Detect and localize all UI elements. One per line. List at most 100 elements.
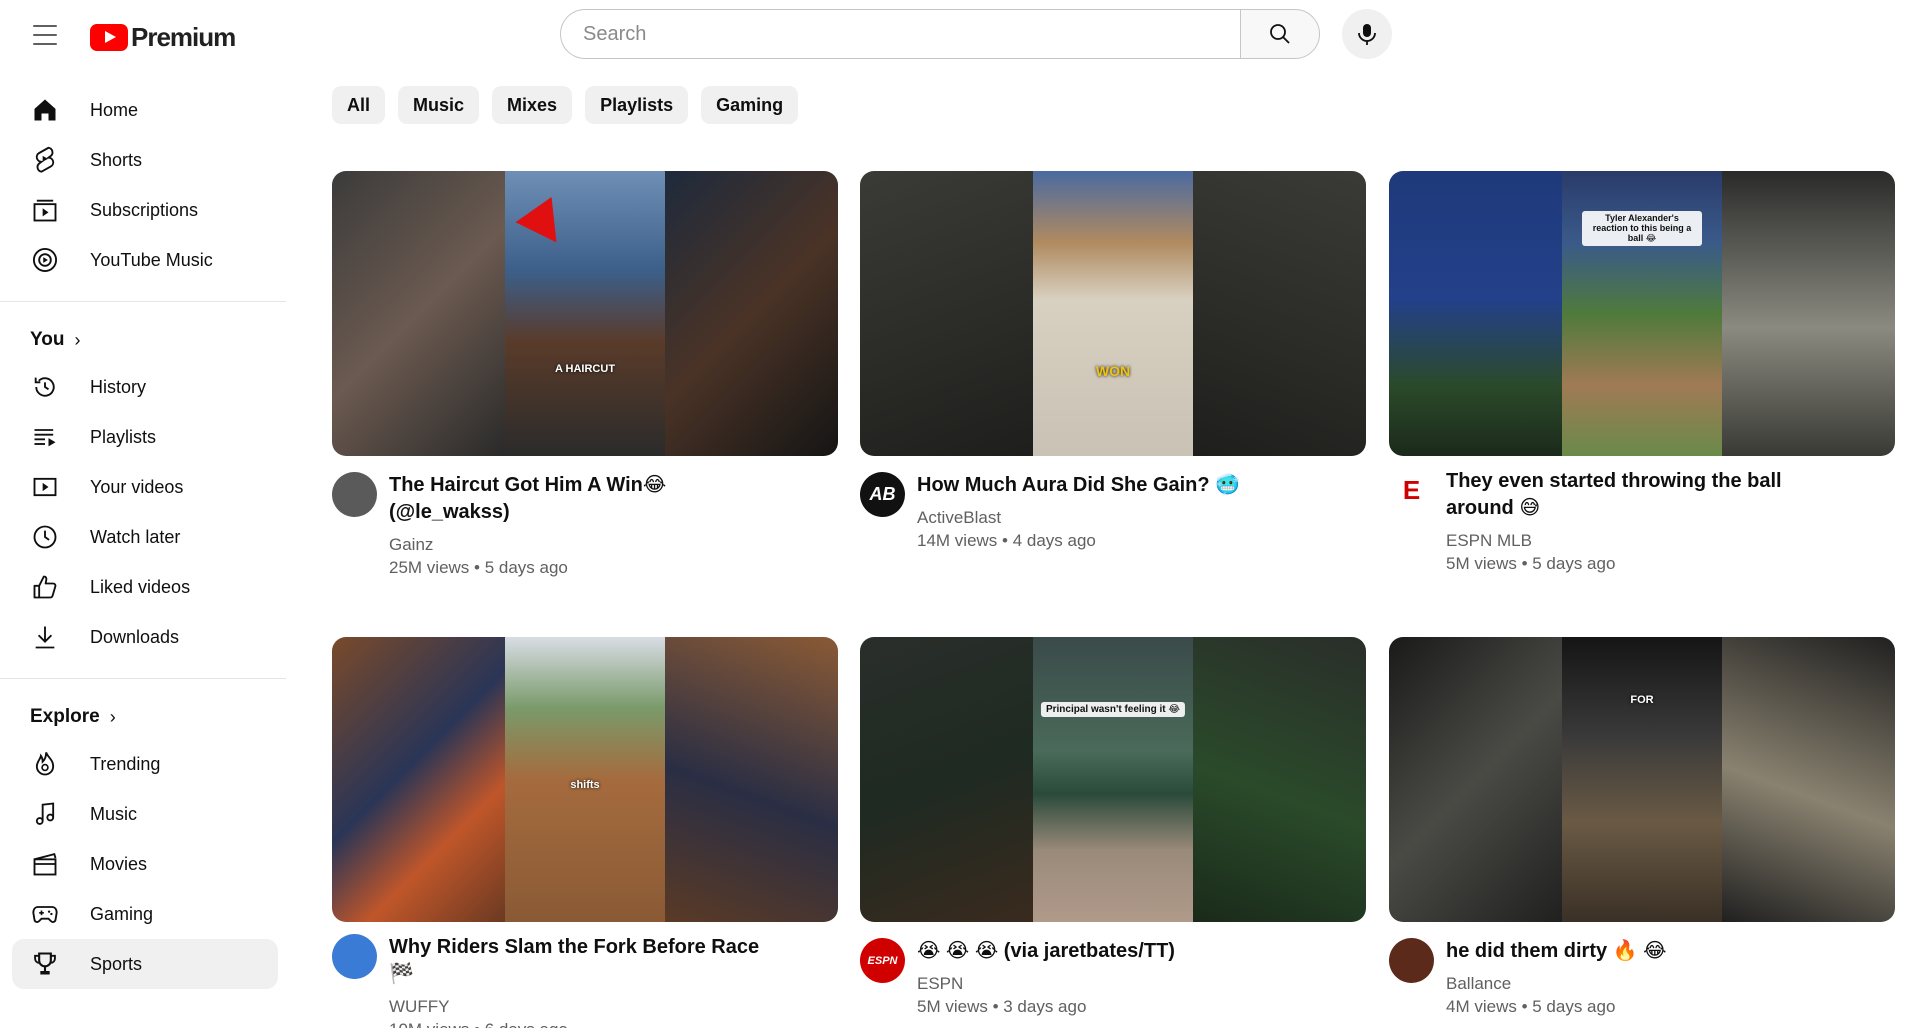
shorts-icon xyxy=(30,145,60,175)
sidebar-item-watch-later[interactable]: Watch later xyxy=(12,512,278,562)
sidebar-item-home[interactable]: Home xyxy=(12,85,278,135)
avatar-text: ESPN xyxy=(867,954,898,967)
video-card[interactable]: A HAIRCUT The Haircut Got Him A Win😂 (@l… xyxy=(332,171,838,580)
video-title[interactable]: How Much Aura Did She Gain? 🥶 xyxy=(917,472,1297,499)
sidebar-item-label: Liked videos xyxy=(90,576,191,597)
video-stats: 25M views • 5 days ago xyxy=(389,558,568,577)
sidebar-section-you[interactable]: You › xyxy=(0,318,290,362)
video-thumbnail[interactable]: A HAIRCUT xyxy=(332,171,838,456)
sidebar-item-label: Downloads xyxy=(90,626,180,647)
video-stats: 5M views • 5 days ago xyxy=(1446,554,1616,573)
channel-avatar[interactable] xyxy=(332,472,377,517)
search-icon xyxy=(1270,24,1290,44)
sidebar-item-sports[interactable]: Sports xyxy=(12,939,278,989)
sports-icon xyxy=(30,949,60,979)
movies-icon xyxy=(30,849,60,879)
sidebar-item-youtube-music[interactable]: YouTube Music xyxy=(12,235,278,285)
sidebar-item-label: Watch later xyxy=(90,526,181,547)
thumbnail-caption: shifts xyxy=(570,779,600,791)
sidebar-item-label: Subscriptions xyxy=(90,199,199,220)
thumbnail-caption: Tyler Alexander's reaction to this being… xyxy=(1582,211,1702,246)
channel-name[interactable]: WUFFY xyxy=(389,996,769,1018)
sidebar: Home Shorts Subscriptions YouTube Music … xyxy=(0,85,290,989)
channel-avatar[interactable] xyxy=(332,934,377,979)
top-bar: Premium xyxy=(0,0,1920,70)
thumbnail-caption: WON xyxy=(1095,363,1131,379)
menu-icon[interactable] xyxy=(30,22,60,48)
youtube-premium-logo[interactable]: Premium xyxy=(90,22,236,53)
channel-avatar[interactable]: ESPN xyxy=(860,938,905,983)
video-thumbnail[interactable]: shifts xyxy=(332,637,838,922)
chip-mixes[interactable]: Mixes xyxy=(492,86,573,124)
video-thumbnail[interactable]: Tyler Alexander's reaction to this being… xyxy=(1389,171,1895,456)
channel-name[interactable]: Ballance xyxy=(1446,973,1826,995)
video-title[interactable]: he did them dirty 🔥 😂 xyxy=(1446,938,1826,965)
channel-name[interactable]: ActiveBlast xyxy=(917,507,1297,529)
playlists-icon xyxy=(30,422,60,452)
sidebar-item-subscriptions[interactable]: Subscriptions xyxy=(12,185,278,235)
filter-chips: All Music Mixes Playlists Gaming xyxy=(332,86,799,124)
sidebar-item-gaming[interactable]: Gaming xyxy=(12,889,278,939)
channel-name[interactable]: ESPN xyxy=(917,973,1297,995)
voice-search-button[interactable] xyxy=(1342,9,1392,59)
channel-avatar[interactable] xyxy=(1389,938,1434,983)
video-stats: 14M views • 4 days ago xyxy=(917,531,1096,550)
sidebar-divider xyxy=(0,678,286,679)
channel-avatar[interactable]: E xyxy=(1389,468,1434,513)
gaming-icon xyxy=(30,899,60,929)
sidebar-section-explore[interactable]: Explore › xyxy=(0,695,290,739)
sidebar-item-shorts[interactable]: Shorts xyxy=(12,135,278,185)
channel-avatar[interactable]: AB xyxy=(860,472,905,517)
chip-music[interactable]: Music xyxy=(398,86,480,124)
sidebar-item-movies[interactable]: Movies xyxy=(12,839,278,889)
sidebar-item-label: Shorts xyxy=(90,149,143,170)
video-title[interactable]: The Haircut Got Him A Win😂 (@le_wakss) xyxy=(389,472,769,526)
downloads-icon xyxy=(30,622,60,652)
chip-playlists[interactable]: Playlists xyxy=(585,86,689,124)
subscriptions-icon xyxy=(30,195,60,225)
music-icon xyxy=(30,799,60,829)
trending-icon xyxy=(30,749,60,779)
search-bar xyxy=(560,9,1392,59)
video-thumbnail[interactable]: WON xyxy=(860,171,1366,456)
sidebar-item-music[interactable]: Music xyxy=(12,789,278,839)
video-card[interactable]: Tyler Alexander's reaction to this being… xyxy=(1389,171,1895,576)
sidebar-item-label: Music xyxy=(90,803,138,824)
video-card[interactable]: WON AB How Much Aura Did She Gain? 🥶 Act… xyxy=(860,171,1366,553)
thumbnail-caption: A HAIRCUT xyxy=(554,363,616,375)
sidebar-item-label: Playlists xyxy=(90,426,157,447)
video-title[interactable]: Why Riders Slam the Fork Before Race 🏁 xyxy=(389,934,769,988)
sidebar-item-trending[interactable]: Trending xyxy=(12,739,278,789)
microphone-icon xyxy=(1358,24,1376,45)
your-videos-icon xyxy=(30,472,60,502)
youtube-logo-icon xyxy=(90,24,128,51)
video-card[interactable]: Principal wasn't feeling it 😂 ESPN 😭 😭 😭… xyxy=(860,637,1366,1019)
video-card[interactable]: shifts Why Riders Slam the Fork Before R… xyxy=(332,637,838,1028)
sidebar-item-label: History xyxy=(90,376,147,397)
channel-name[interactable]: ESPN MLB xyxy=(1446,530,1826,552)
sidebar-item-playlists[interactable]: Playlists xyxy=(12,412,278,462)
sidebar-item-downloads[interactable]: Downloads xyxy=(12,612,278,662)
sidebar-item-label: Sports xyxy=(90,953,143,974)
logo-text: Premium xyxy=(131,22,236,52)
video-thumbnail[interactable]: FOR xyxy=(1389,637,1895,922)
search-button[interactable] xyxy=(1240,9,1320,59)
sidebar-item-label: YouTube Music xyxy=(90,249,213,270)
sidebar-item-your-videos[interactable]: Your videos xyxy=(12,462,278,512)
video-stats: 10M views • 6 days ago xyxy=(389,1018,769,1028)
sidebar-item-liked-videos[interactable]: Liked videos xyxy=(12,562,278,612)
section-heading: You xyxy=(30,329,65,350)
avatar-text: AB xyxy=(869,484,896,504)
video-card[interactable]: FOR he did them dirty 🔥 😂 Ballance 4M vi… xyxy=(1389,637,1895,1019)
sidebar-item-history[interactable]: History xyxy=(12,362,278,412)
sidebar-item-label: Trending xyxy=(90,753,161,774)
channel-name[interactable]: Gainz xyxy=(389,534,769,556)
chip-all[interactable]: All xyxy=(332,86,386,124)
video-title[interactable]: 😭 😭 😭 (via jaretbates/TT) xyxy=(917,938,1297,965)
search-input[interactable] xyxy=(560,9,1240,59)
video-thumbnail[interactable]: Principal wasn't feeling it 😂 xyxy=(860,637,1366,922)
chip-gaming[interactable]: Gaming xyxy=(701,86,799,124)
thumbnail-caption: Principal wasn't feeling it 😂 xyxy=(1040,702,1186,717)
history-icon xyxy=(30,372,60,402)
video-title[interactable]: They even started throwing the ball arou… xyxy=(1446,468,1826,522)
